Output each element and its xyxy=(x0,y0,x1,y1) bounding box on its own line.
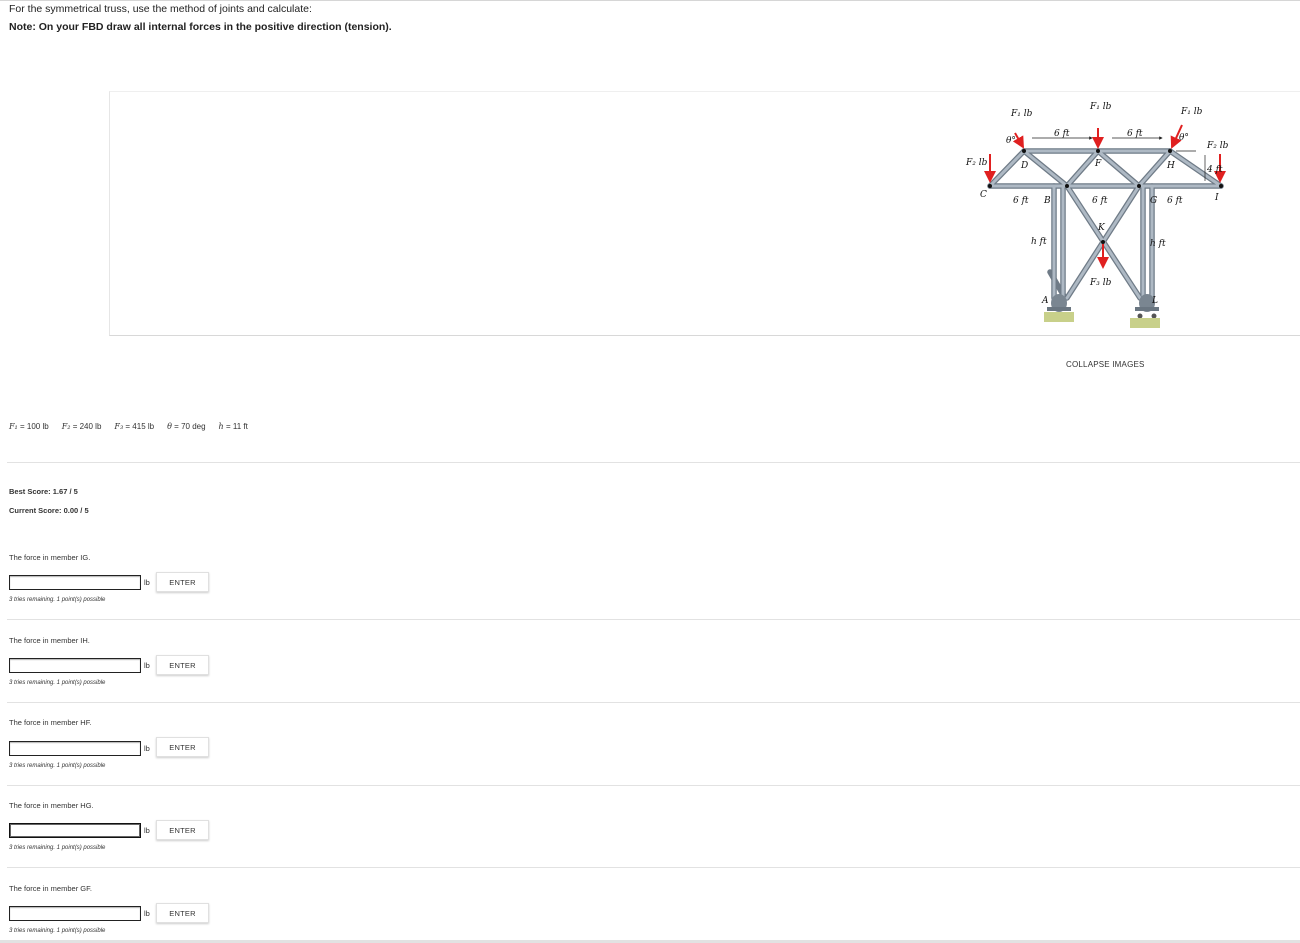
label-node-H: H xyxy=(1166,161,1175,171)
answer-input-gf[interactable] xyxy=(9,906,141,921)
section-divider xyxy=(7,462,1300,463)
label-f1-left: F₁ lb xyxy=(1010,109,1033,119)
best-score: Best Score: 1.67 / 5 xyxy=(9,487,78,496)
label-node-I: I xyxy=(1214,193,1219,203)
enter-button-ig[interactable]: ENTER xyxy=(156,572,209,592)
label-node-D: D xyxy=(1020,161,1028,171)
label-f1-right: F₁ lb xyxy=(1180,107,1203,117)
tries-remaining-ih: 3 tries remaining. 1 point(s) possible xyxy=(9,680,106,686)
unit-label-ih: lb xyxy=(144,661,150,670)
unit-label-ig: lb xyxy=(144,578,150,587)
top-divider xyxy=(0,0,1300,1)
tries-remaining-ig: 3 tries remaining. 1 point(s) possible xyxy=(9,597,106,603)
unit-label-gf: lb xyxy=(144,909,150,918)
label-node-B: B xyxy=(1043,196,1051,206)
given-f2: F₂ = 240 lb xyxy=(61,422,102,431)
problem-statement: For the symmetrical truss, use the metho… xyxy=(9,3,312,15)
given-f3: F₃ = 415 lb xyxy=(114,422,155,431)
label-theta-left: θ° xyxy=(1006,136,1016,146)
label-dim-bot-left: 6 ft xyxy=(1013,196,1029,206)
answer-input-hf[interactable] xyxy=(9,741,141,756)
label-node-F: F xyxy=(1094,159,1102,169)
label-node-C: C xyxy=(980,190,987,200)
collapse-images-link[interactable]: COLLAPSE IMAGES xyxy=(1066,360,1145,369)
label-node-L: L xyxy=(1151,296,1158,306)
answer-input-ih[interactable] xyxy=(9,658,141,673)
label-theta-right: θ° xyxy=(1179,133,1189,143)
tries-remaining-hg: 3 tries remaining. 1 point(s) possible xyxy=(9,845,106,851)
tries-remaining-hf: 3 tries remaining. 1 point(s) possible xyxy=(9,763,106,769)
label-f2-left: F₂ lb xyxy=(965,158,988,168)
question-label-ih: The force in member IH. xyxy=(9,636,90,645)
given-theta: θ = 70 deg xyxy=(167,422,206,431)
question-label-ig: The force in member IG. xyxy=(9,553,91,562)
figure-labels: F₁ lb F₁ lb F₁ lb F₂ lb F₂ lb F₃ lb θ° θ… xyxy=(965,102,1229,306)
enter-button-gf[interactable]: ENTER xyxy=(156,903,209,923)
label-h-right: h ft xyxy=(1150,239,1166,249)
problem-note: Note: On your FBD draw all internal forc… xyxy=(9,21,392,33)
given-values: F₁ = 100 lb F₂ = 240 lb F₃ = 415 lb θ = … xyxy=(9,422,248,431)
label-node-G: G xyxy=(1150,196,1157,206)
label-node-A: A xyxy=(1041,296,1049,306)
given-h: h = 11 ft xyxy=(218,422,248,431)
current-score: Current Score: 0.00 / 5 xyxy=(9,506,89,515)
label-dim-height: 4 ft xyxy=(1206,165,1223,175)
given-f1: F₁ = 100 lb xyxy=(9,422,49,431)
label-dim-bot-right: 6 ft xyxy=(1167,196,1183,206)
label-dim-bot-mid: 6 ft xyxy=(1092,196,1108,206)
question-label-gf: The force in member GF. xyxy=(9,884,92,893)
label-f2-right: F₂ lb xyxy=(1206,141,1229,151)
question-label-hg: The force in member HG. xyxy=(9,801,94,810)
label-dim-top-right: 6 ft xyxy=(1127,129,1143,139)
enter-button-hg[interactable]: ENTER xyxy=(156,820,209,840)
question-divider xyxy=(7,619,1300,620)
truss-diagram: F₁ lb F₁ lb F₁ lb F₂ lb F₂ lb F₃ lb θ° θ… xyxy=(965,102,1229,328)
answer-input-hg[interactable] xyxy=(9,823,141,838)
answer-input-ig[interactable] xyxy=(9,575,141,590)
question-divider xyxy=(7,785,1300,786)
unit-label-hg: lb xyxy=(144,826,150,835)
label-dim-top-left: 6 ft xyxy=(1054,129,1070,139)
label-f3: F₃ lb xyxy=(1089,278,1112,288)
question-divider xyxy=(7,867,1300,868)
enter-button-ih[interactable]: ENTER xyxy=(156,655,209,675)
question-label-hf: The force in member HF. xyxy=(9,718,92,727)
tries-remaining-gf: 3 tries remaining. 1 point(s) possible xyxy=(9,928,106,934)
question-divider xyxy=(7,702,1300,703)
truss-members xyxy=(987,148,1224,301)
label-node-K: K xyxy=(1097,223,1106,233)
unit-label-hf: lb xyxy=(144,744,150,753)
image-panel: F₁ lb F₁ lb F₁ lb F₂ lb F₂ lb F₃ lb θ° θ… xyxy=(109,91,1300,336)
enter-button-hf[interactable]: ENTER xyxy=(156,737,209,757)
label-h-left: h ft xyxy=(1031,237,1047,247)
label-f1-mid: F₁ lb xyxy=(1089,102,1112,112)
